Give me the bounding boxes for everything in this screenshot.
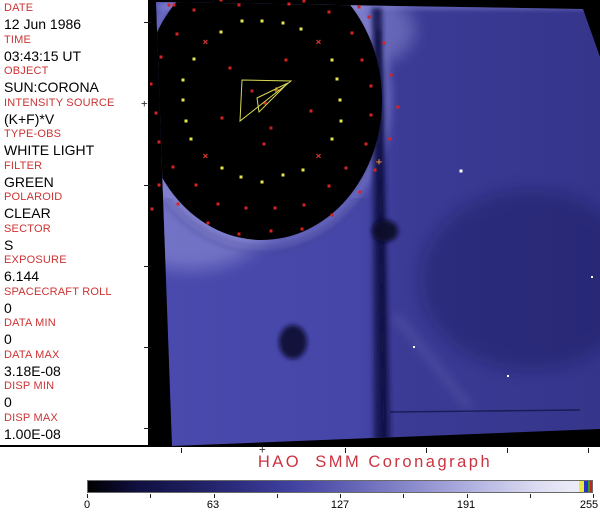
axis-plus-mark: + [141, 97, 148, 110]
metadata-field: DISP MIN 0 [4, 380, 148, 412]
image-area: × × × × + + [150, 0, 600, 447]
field-label: INTENSITY SOURCE [4, 96, 115, 109]
metadata-field: SPACECRAFT ROLL 0 [4, 286, 148, 318]
colorbar-stripe [590, 481, 592, 492]
overlay-annotations [239, 79, 293, 123]
field-label: POLAROID [4, 191, 63, 203]
colorbar-tick [403, 494, 405, 498]
colorbar-tick [150, 494, 152, 498]
metadata-field: TYPE-OBS WHITE LIGHT [4, 128, 148, 160]
colorbar-tick [593, 494, 594, 498]
colorbar-tick [276, 494, 278, 498]
colorbar-label: 255 [579, 499, 599, 511]
field-value: S [4, 236, 14, 253]
metadata-field: DATA MIN 0 [4, 317, 148, 349]
field-label: SPACECRAFT ROLL [4, 285, 112, 298]
colorbar-label: 0 [83, 499, 91, 511]
field-value: (K+F)*V [4, 110, 55, 127]
colorbar-tick [340, 494, 341, 498]
metadata-field: SECTOR S [4, 223, 148, 255]
field-label: TYPE-OBS [4, 128, 62, 140]
colorbar-tick [87, 494, 88, 498]
field-value: 12 Jun 1986 [4, 16, 82, 32]
field-value: 6.144 [4, 268, 40, 284]
field-value: 0 [4, 299, 12, 316]
axis-tick [144, 266, 151, 267]
field-label: DATA MIN [4, 317, 56, 329]
colorbar-tick [529, 494, 531, 498]
axis-tick [144, 22, 151, 23]
colorbar-label: 127 [330, 499, 350, 511]
metadata-field: OBJECT SUN:CORONA [4, 65, 148, 97]
metadata-field: EXPOSURE 6.144 [4, 254, 148, 286]
field-label: OBJECT [4, 65, 49, 77]
metadata-panel: DATE 12 Jun 1986 TIME 03:43:15 UT OBJECT SUN:… [0, 0, 150, 447]
field-value: 1.00E-08 [4, 425, 61, 442]
field-label: DATA MAX [4, 348, 60, 361]
axis-tick [144, 185, 151, 186]
metadata-field: DATE 12 Jun 1986 [4, 2, 148, 34]
smm-coronagraph-viewer: DATE 12 Jun 1986 TIME 03:43:15 UT OBJECT SUN:… [0, 0, 600, 512]
field-value: SUN:CORONA [4, 79, 99, 95]
metadata-field: DATA MAX 3.18E-08 [4, 349, 148, 381]
image-title: HAO SMM Coronagraph [257, 453, 493, 471]
field-label: DISP MAX [4, 411, 58, 424]
field-value: WHITE LIGHT [4, 142, 95, 158]
metadata-field: FILTER GREEN [4, 160, 148, 192]
field-label: SECTOR [4, 222, 51, 235]
field-label: TIME [4, 33, 32, 46]
field-label: DATE [4, 2, 34, 14]
field-value: CLEAR [4, 205, 51, 221]
metadata-field: INTENSITY SOURCE (K+F)*V [4, 97, 148, 129]
metadata-field: POLAROID CLEAR [4, 191, 148, 223]
field-value: 03:43:15 UT [4, 47, 82, 64]
fov-polygon-inner [256, 82, 289, 114]
axis-tick [144, 347, 151, 348]
metadata-field: TIME 03:43:15 UT [4, 34, 148, 66]
colorbar-label: 191 [456, 499, 476, 511]
colorbar-label: 63 [206, 499, 220, 511]
colorbar-tick [466, 494, 468, 498]
colorbar [87, 480, 593, 493]
metadata-field: DISP MAX 1.00E-08 [4, 412, 148, 444]
field-value: 0 [4, 394, 12, 410]
fov-polygon-outer [239, 79, 293, 123]
field-value: GREEN [4, 173, 54, 190]
axis-tick [144, 428, 151, 429]
field-label: FILTER [4, 159, 43, 172]
colorbar-tick [213, 494, 215, 498]
field-value: 0 [4, 331, 12, 347]
field-label: EXPOSURE [4, 254, 67, 266]
field-label: DISP MIN [4, 380, 55, 392]
field-value: 3.18E-08 [4, 362, 61, 379]
